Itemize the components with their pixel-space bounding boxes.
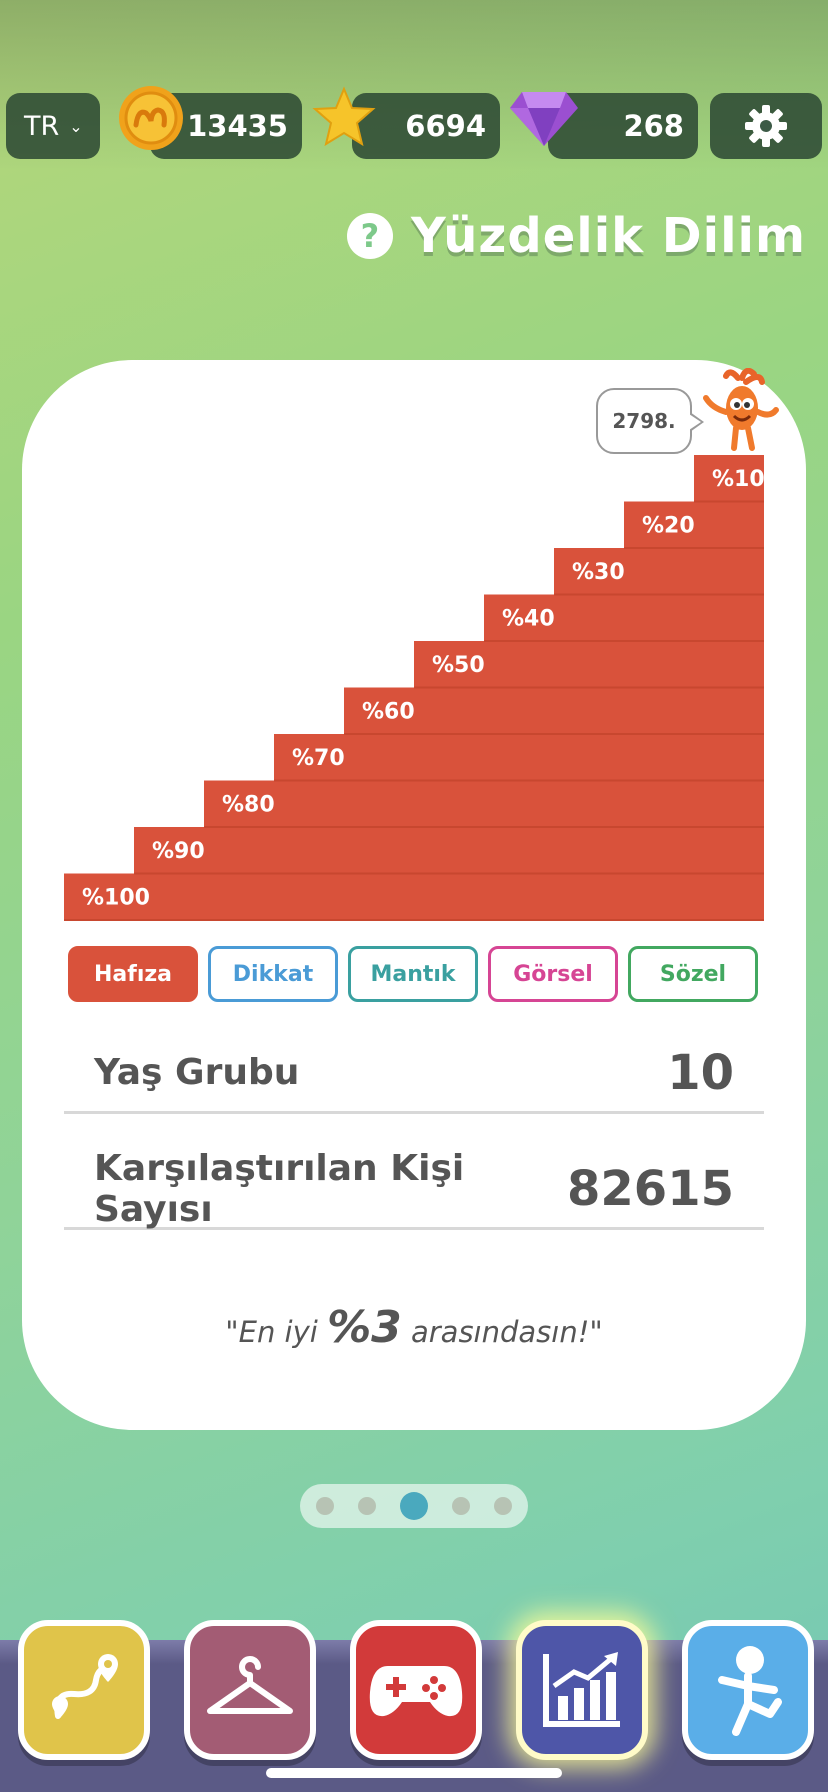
nav-avatar-button[interactable] xyxy=(682,1620,814,1760)
nav-stats-button[interactable] xyxy=(516,1620,648,1760)
percentile-staircase-chart: %100%90 %80 %70 %60 %50 %40 %30 %20 %10 xyxy=(64,455,765,921)
stair-step-label: %70 xyxy=(292,746,345,771)
tab-gorsel[interactable]: Görsel xyxy=(488,946,618,1002)
tab-label: Hafıza xyxy=(93,961,173,987)
compared-count-label: Karşılaştırılan Kişi Sayısı xyxy=(94,1147,465,1230)
tab-label: Görsel xyxy=(513,961,593,987)
stair-step xyxy=(134,827,764,874)
stair-step-label: %60 xyxy=(362,700,415,725)
tab-label: Sözel xyxy=(659,961,727,987)
tab-hafiza[interactable]: Hafıza xyxy=(68,946,198,1002)
stair-step xyxy=(64,873,764,920)
stair-step-label: %100 xyxy=(82,886,150,911)
page-dot-active[interactable] xyxy=(400,1492,428,1520)
stair-step-label: %10 xyxy=(712,467,765,492)
nav-wardrobe-button[interactable] xyxy=(184,1620,316,1760)
stair-step-label: %80 xyxy=(222,793,275,818)
page-dot[interactable] xyxy=(452,1497,470,1515)
quote-highlight: %3 xyxy=(327,1302,402,1353)
page-dot[interactable] xyxy=(494,1497,512,1515)
nav-map-button[interactable] xyxy=(18,1620,150,1760)
page-dot[interactable] xyxy=(358,1497,376,1515)
rank-value: 2798. xyxy=(612,409,676,433)
tab-label: Mantık xyxy=(370,961,456,987)
age-group-row: Yaş Grubu 10 xyxy=(64,1034,764,1114)
result-quote: "En iyi %3 arasındasın!" xyxy=(0,1302,828,1353)
home-indicator xyxy=(266,1768,562,1778)
hanger-icon xyxy=(207,1656,293,1714)
nav-games-button[interactable] xyxy=(350,1620,482,1760)
age-group-value: 10 xyxy=(667,1044,734,1101)
stair-step-label: %20 xyxy=(642,514,695,539)
quote-prefix: "En iyi xyxy=(225,1315,328,1349)
mascot-character-icon xyxy=(703,368,779,451)
gamepad-icon xyxy=(369,1666,463,1717)
stair-step xyxy=(204,780,764,827)
tab-mantik[interactable]: Mantık xyxy=(348,946,478,1002)
tab-sozel[interactable]: Sözel xyxy=(628,946,758,1002)
stair-step-label: %50 xyxy=(432,653,485,678)
category-tabs: Hafıza Dikkat Mantık Görsel Sözel xyxy=(68,946,758,1002)
age-group-label: Yaş Grubu xyxy=(94,1052,300,1093)
quote-suffix: arasındasın!" xyxy=(401,1315,603,1349)
stair-step xyxy=(274,734,764,781)
chart-icon xyxy=(543,1652,620,1727)
stair-step-label: %40 xyxy=(502,607,555,632)
stair-step-label: %30 xyxy=(572,560,625,585)
rank-bubble: 2798. xyxy=(596,388,704,454)
tab-dikkat[interactable]: Dikkat xyxy=(208,946,338,1002)
stair-step-label: %90 xyxy=(152,839,205,864)
page-dot[interactable] xyxy=(316,1497,334,1515)
tab-label: Dikkat xyxy=(232,961,314,987)
compared-count-row: Karşılaştırılan Kişi Sayısı 82615 xyxy=(64,1147,764,1230)
page-indicator xyxy=(300,1484,528,1528)
map-route-icon xyxy=(52,1654,118,1719)
compared-count-value: 82615 xyxy=(567,1160,734,1217)
avatar-icon xyxy=(718,1646,782,1736)
